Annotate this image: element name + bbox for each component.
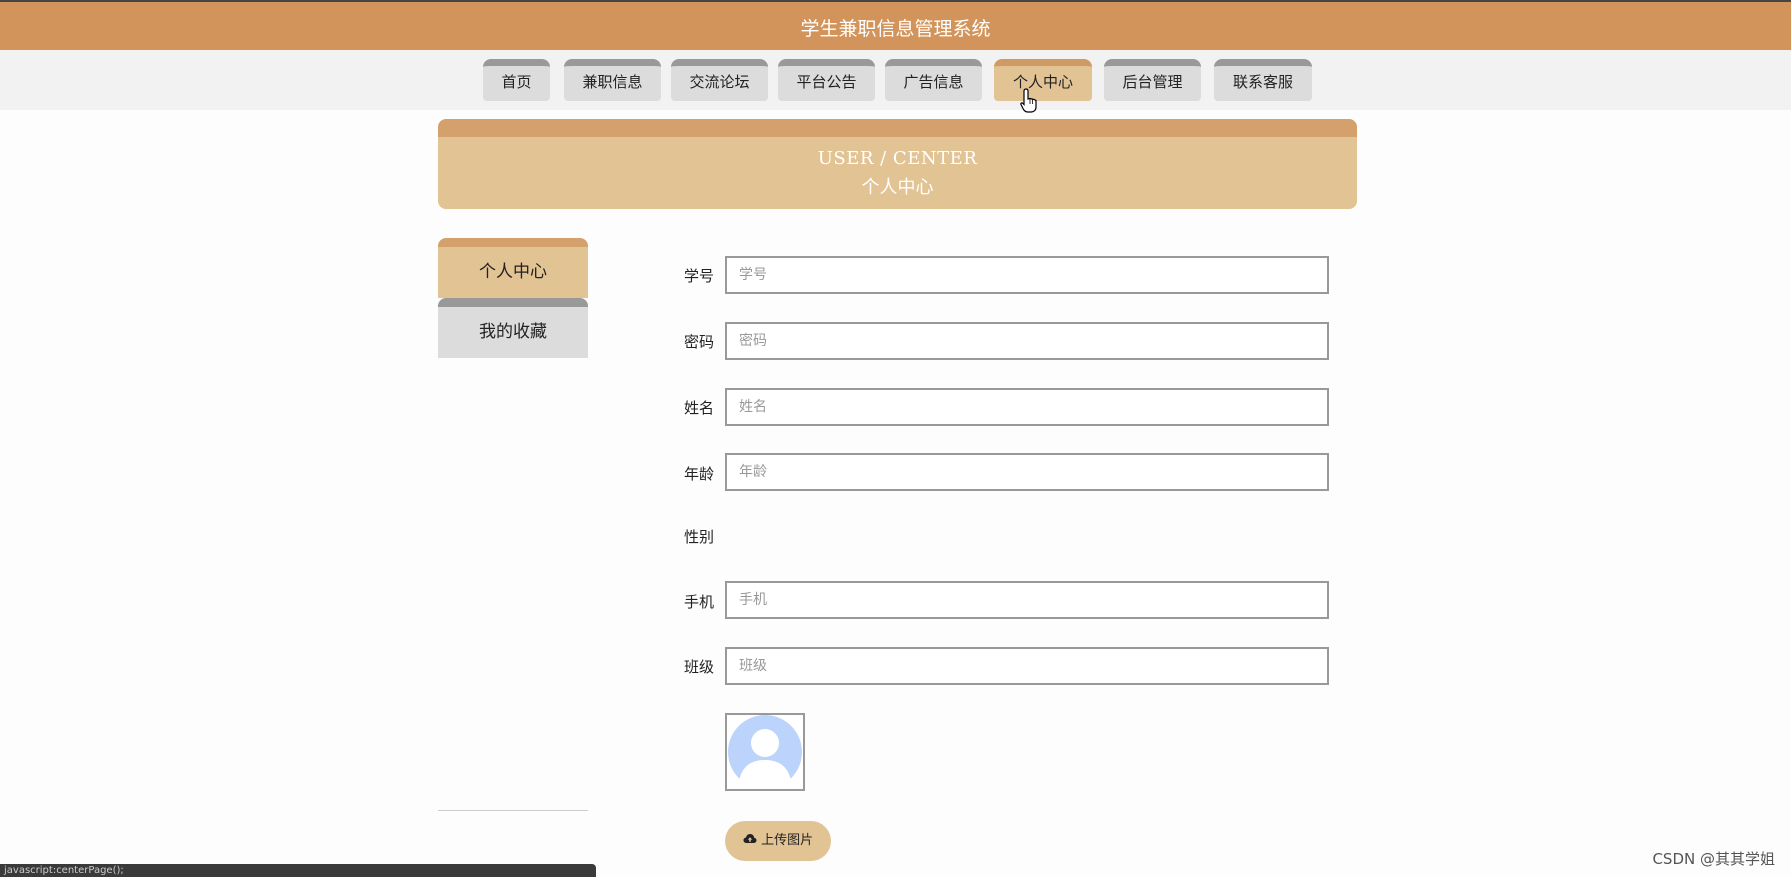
nav-admin[interactable]: 后台管理 xyxy=(1104,59,1201,101)
gender-label: 性别 xyxy=(684,528,715,546)
banner-title-en: USER / CENTER xyxy=(817,148,978,169)
browser-status-bar: javascript:centerPage(); xyxy=(0,864,596,877)
student-id-label: 学号 xyxy=(684,267,715,285)
name-label: 姓名 xyxy=(684,399,715,417)
avatar-preview xyxy=(725,713,805,791)
watermark-text: CSDN @其其学姐 xyxy=(1652,850,1775,868)
age-label: 年龄 xyxy=(684,465,715,483)
site-title: 学生兼职信息管理系统 xyxy=(800,18,991,40)
banner-title-cn: 个人中心 xyxy=(861,177,934,198)
phone-input[interactable] xyxy=(725,581,1329,619)
nav-announcements[interactable]: 平台公告 xyxy=(778,59,875,101)
upload-image-button[interactable]: 上传图片 xyxy=(725,821,831,861)
nav-part-time-info[interactable]: 兼职信息 xyxy=(564,59,661,101)
class-input[interactable] xyxy=(725,647,1329,685)
password-label: 密码 xyxy=(684,333,715,351)
nav-home[interactable]: 首页 xyxy=(483,59,550,101)
cloud-upload-icon xyxy=(743,834,757,843)
age-input[interactable] xyxy=(725,453,1329,491)
class-label: 班级 xyxy=(684,658,715,676)
main-nav: 首页 兼职信息 交流论坛 平台公告 广告信息 个人中心 后台管理 联系客服 xyxy=(0,50,1791,110)
upload-button-label: 上传图片 xyxy=(761,833,814,848)
student-id-input[interactable] xyxy=(725,256,1329,294)
default-avatar-icon xyxy=(728,715,802,789)
sidebar-item-user-center[interactable]: 个人中心 xyxy=(438,238,588,298)
sidebar-item-favorites[interactable]: 我的收藏 xyxy=(438,298,588,358)
nav-user-center[interactable]: 个人中心 xyxy=(994,59,1092,101)
password-input[interactable] xyxy=(725,322,1329,360)
page-banner: USER / CENTER 个人中心 xyxy=(438,119,1357,209)
nav-forum[interactable]: 交流论坛 xyxy=(671,59,768,101)
name-input[interactable] xyxy=(725,388,1329,426)
sidebar-divider xyxy=(438,810,588,811)
nav-customer-service[interactable]: 联系客服 xyxy=(1214,59,1312,101)
nav-ads[interactable]: 广告信息 xyxy=(885,59,982,101)
phone-label: 手机 xyxy=(684,593,715,611)
hand-cursor-icon xyxy=(1020,88,1037,113)
top-header: 学生兼职信息管理系统 xyxy=(0,0,1791,50)
